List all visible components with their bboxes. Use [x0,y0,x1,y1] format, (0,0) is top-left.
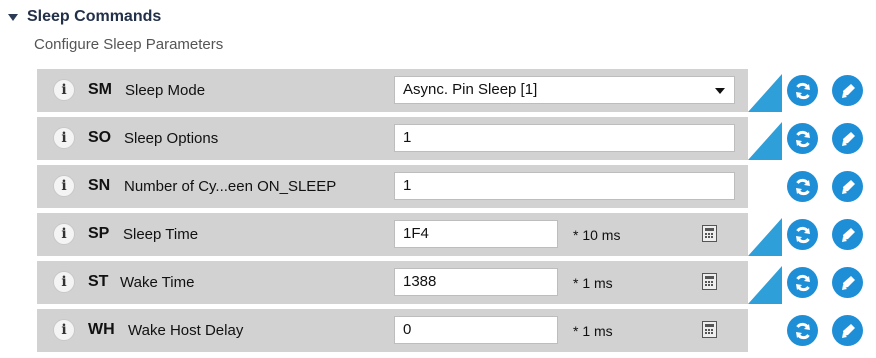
param-code: WH [88,321,115,338]
section-header[interactable]: Sleep Commands [8,8,161,26]
calculator-icon[interactable] [702,321,717,338]
sleep-options-input[interactable]: 1 [394,124,735,152]
sleep-time-input[interactable]: 1F4 [394,220,558,248]
read-button[interactable] [787,219,818,250]
modified-marker [748,122,782,160]
pencil-icon [841,227,855,242]
read-button[interactable] [787,123,818,154]
param-name: Wake Time [120,274,195,291]
refresh-icon [795,226,810,243]
pencil-icon [841,179,855,194]
info-icon[interactable]: i [53,223,75,245]
refresh-icon [795,322,810,339]
write-button[interactable] [832,123,863,154]
refresh-icon [795,130,810,147]
parameter-row-sm: i SM Sleep Mode Async. Pin Sleep [1] [37,69,876,112]
modified-marker [748,266,782,304]
parameter-row-wh: i WH Wake Host Delay 0 * 1 ms [37,309,876,352]
pencil-icon [841,275,855,290]
read-button[interactable] [787,171,818,202]
pencil-icon [841,131,855,146]
section-subtitle: Configure Sleep Parameters [34,36,224,53]
calculator-icon[interactable] [702,225,717,242]
pencil-icon [841,83,855,98]
info-icon[interactable]: i [53,127,75,149]
info-icon[interactable]: i [53,79,75,101]
param-name: Sleep Options [124,130,219,147]
write-button[interactable] [832,219,863,250]
param-code: SP [88,225,110,242]
read-button[interactable] [787,75,818,106]
section-title: Sleep Commands [27,8,162,25]
param-name: Sleep Time [123,226,199,243]
write-button[interactable] [832,315,863,346]
write-button[interactable] [832,267,863,298]
param-code: SO [88,129,112,146]
calculator-icon[interactable] [702,273,717,290]
parameter-row-sp: i SP Sleep Time 1F4 * 10 ms [37,213,876,256]
parameter-row-sn: i SN Number of Cy...een ON_SLEEP 1 [37,165,876,208]
read-button[interactable] [787,315,818,346]
write-button[interactable] [832,75,863,106]
read-button[interactable] [787,267,818,298]
sleep-mode-select[interactable]: Async. Pin Sleep [1] [394,76,735,104]
parameter-row-st: i ST Wake Time 1388 * 1 ms [37,261,876,304]
param-code: ST [88,273,109,290]
modified-marker [748,74,782,112]
param-name: Sleep Mode [125,82,206,99]
modified-marker [748,218,782,256]
unit-label: * 1 ms [573,323,613,339]
refresh-icon [795,178,810,195]
refresh-icon [795,274,810,291]
param-code: SM [88,81,112,98]
chevron-down-icon[interactable] [715,88,725,94]
collapse-triangle-icon[interactable] [8,14,18,21]
param-name: Wake Host Delay [128,322,244,339]
param-code: SN [88,177,111,194]
parameter-list: i SM Sleep Mode Async. Pin Sleep [1] i S… [37,69,876,357]
wake-host-delay-input[interactable]: 0 [394,316,558,344]
parameter-row-so: i SO Sleep Options 1 [37,117,876,160]
wake-time-input[interactable]: 1388 [394,268,558,296]
sleep-cycles-input[interactable]: 1 [394,172,735,200]
info-icon[interactable]: i [53,175,75,197]
info-icon[interactable]: i [53,271,75,293]
unit-label: * 1 ms [573,275,613,291]
pencil-icon [841,323,855,338]
param-name: Number of Cy...een ON_SLEEP [124,178,337,195]
unit-label: * 10 ms [573,227,621,243]
select-value: Async. Pin Sleep [1] [403,81,538,98]
write-button[interactable] [832,171,863,202]
refresh-icon [795,82,810,99]
info-icon[interactable]: i [53,319,75,341]
